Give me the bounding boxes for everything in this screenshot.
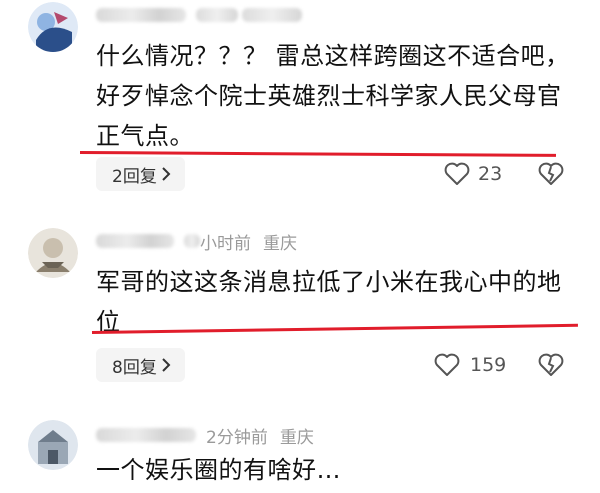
username-blurred <box>96 8 186 22</box>
broken-heart-icon <box>538 353 564 377</box>
dislike-button[interactable] <box>538 157 564 191</box>
avatar[interactable] <box>28 2 78 52</box>
chevron-right-icon <box>161 358 171 372</box>
heart-icon <box>444 162 470 186</box>
dislike-button[interactable] <box>538 348 564 382</box>
broken-heart-icon <box>538 162 564 186</box>
avatar-image <box>28 420 78 470</box>
username-blurred <box>96 428 196 442</box>
location-blurred <box>242 8 302 22</box>
comment-item: 什么情况？？？ 雷总这样跨圈这不适合吧，好歹悼念个院士英雄烈士科学家人民父母官正… <box>0 0 600 200</box>
comment-location: 重庆 <box>263 233 297 254</box>
chevron-right-icon <box>161 167 171 181</box>
comment-meta: 小时前 重庆 <box>96 228 297 254</box>
reply-count-label: 2回复 <box>112 166 157 187</box>
comment-time: 小时前 <box>200 233 251 254</box>
avatar[interactable] <box>28 420 78 470</box>
comment-location: 重庆 <box>279 427 314 448</box>
comment-time: 2分钟前 <box>206 427 268 448</box>
avatar-image <box>28 228 78 278</box>
like-button[interactable]: 23 <box>444 157 502 191</box>
comment-meta <box>96 2 306 28</box>
view-replies-button[interactable]: 2回复 <box>96 157 185 191</box>
reply-count-label: 8回复 <box>112 357 157 378</box>
like-count: 23 <box>478 163 503 185</box>
view-replies-button[interactable]: 8回复 <box>96 348 185 382</box>
comment-text: 一个娱乐圈的有啥好… <box>96 456 341 484</box>
username-blurred <box>96 234 174 248</box>
like-count: 159 <box>470 354 507 376</box>
time-blurred <box>184 234 200 248</box>
comment-meta: 2分钟前 重庆 <box>96 422 314 448</box>
heart-icon <box>434 353 460 377</box>
avatar[interactable] <box>28 228 78 278</box>
avatar-image <box>28 2 78 52</box>
comment-text: 什么情况？？？ 雷总这样跨圈这不适合吧，好歹悼念个院士英雄烈士科学家人民父母官正… <box>96 42 570 150</box>
time-blurred <box>196 8 238 22</box>
like-button[interactable]: 159 <box>434 348 506 382</box>
